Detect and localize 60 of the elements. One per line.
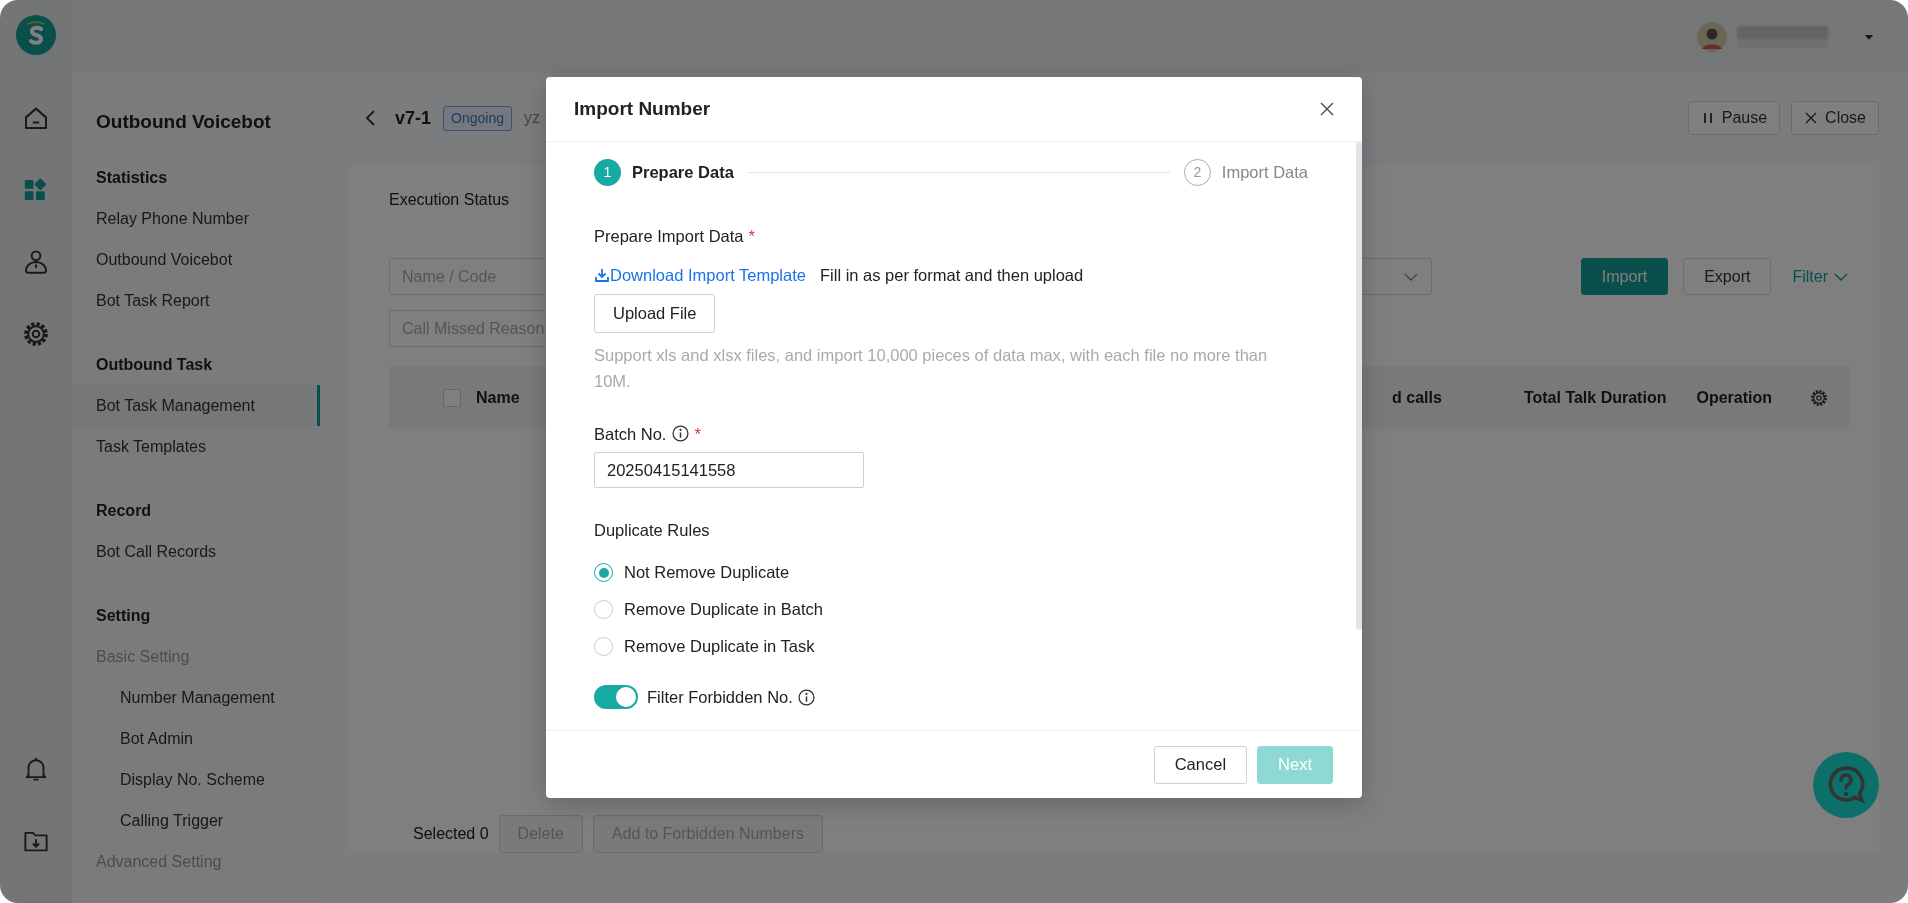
info-icon[interactable] <box>672 425 690 443</box>
column-header: d calls <box>1392 387 1442 408</box>
batch-number-field[interactable]: 20250415141558 <box>594 452 864 489</box>
dialog-title: Import Number <box>574 96 711 121</box>
sidebar-item[interactable]: Bot Task Management <box>72 385 320 426</box>
filter-link[interactable]: Filter <box>1792 264 1849 289</box>
cancel-button[interactable]: Cancel <box>1153 745 1248 784</box>
required-mark: * <box>694 423 701 445</box>
column-header: Name <box>476 387 520 408</box>
scrollbar[interactable] <box>1356 142 1362 630</box>
task-subtitle: yz <box>523 108 540 128</box>
section-heading: Setting <box>95 606 152 626</box>
sidebar-item[interactable]: Bot Call Records <box>72 531 320 572</box>
close-icon <box>1804 111 1819 125</box>
upload-note: Fill in as per format and then upload <box>819 264 1084 286</box>
settings-icon[interactable] <box>1809 387 1829 408</box>
select-all-checkbox[interactable] <box>443 388 461 407</box>
field-label: Prepare Import Data <box>594 227 744 245</box>
step-number: 1 <box>594 158 621 186</box>
close-button[interactable]: Close <box>1791 101 1879 135</box>
settings-icon[interactable] <box>21 319 51 349</box>
section-heading: Outbound Task <box>95 355 214 375</box>
pause-button[interactable]: Pause <box>1687 101 1781 135</box>
step-label: Prepare Data <box>632 161 734 183</box>
required-mark: * <box>748 227 755 245</box>
column-header: Operation <box>1696 387 1772 408</box>
help-button[interactable] <box>1813 752 1879 818</box>
sidebar-item[interactable]: Task Templates <box>72 426 320 467</box>
close-icon[interactable] <box>1318 100 1336 118</box>
radio-label: Remove Duplicate in Task <box>624 636 815 658</box>
sidebar-item[interactable]: Relay Phone Number <box>72 198 320 239</box>
section-title: Execution Status <box>389 190 511 210</box>
radio-label: Not Remove Duplicate <box>624 562 790 584</box>
sidebar-item[interactable]: Outbound Voicebot <box>72 239 320 280</box>
toggle-switch[interactable] <box>594 685 638 710</box>
upload-help-text: Support xls and xlsx files, and import 10,000 pieces of data max, with each file no more than 10M. <box>594 344 1269 392</box>
task-title: v7-1 <box>395 106 432 130</box>
step-label: Import Data <box>1221 161 1308 183</box>
sidebar-title: Outbound Voicebot <box>95 110 272 134</box>
upload-file-button[interactable]: Upload File <box>594 293 716 333</box>
sidebar-item[interactable]: Calling Trigger <box>72 800 320 841</box>
column-header: Total Talk Duration <box>1523 387 1667 408</box>
export-button[interactable]: Export <box>1683 258 1772 295</box>
status-badge: Ongoing <box>443 105 512 131</box>
field-label: Duplicate Rules <box>594 520 711 542</box>
logo-icon[interactable] <box>16 15 56 55</box>
radio-label: Remove Duplicate in Batch <box>624 599 823 621</box>
sidebar-item[interactable]: Display No. Scheme <box>72 759 320 800</box>
sidebar-item[interactable]: Number Management <box>72 677 320 718</box>
avatar-icon[interactable] <box>1697 21 1727 52</box>
selected-count: Selected 0 <box>413 824 489 844</box>
field-label: Batch No. <box>594 423 667 445</box>
info-icon[interactable] <box>797 688 815 706</box>
section-heading: Record <box>95 501 153 521</box>
sidebar-item[interactable]: Bot Admin <box>72 718 320 759</box>
download-icon <box>594 267 610 284</box>
toggle-label: Filter Forbidden No. <box>647 687 793 708</box>
import-button[interactable]: Import <box>1580 258 1669 295</box>
sidebar-item[interactable]: Bot Task Report <box>72 280 320 321</box>
section-heading: Statistics <box>95 168 169 188</box>
